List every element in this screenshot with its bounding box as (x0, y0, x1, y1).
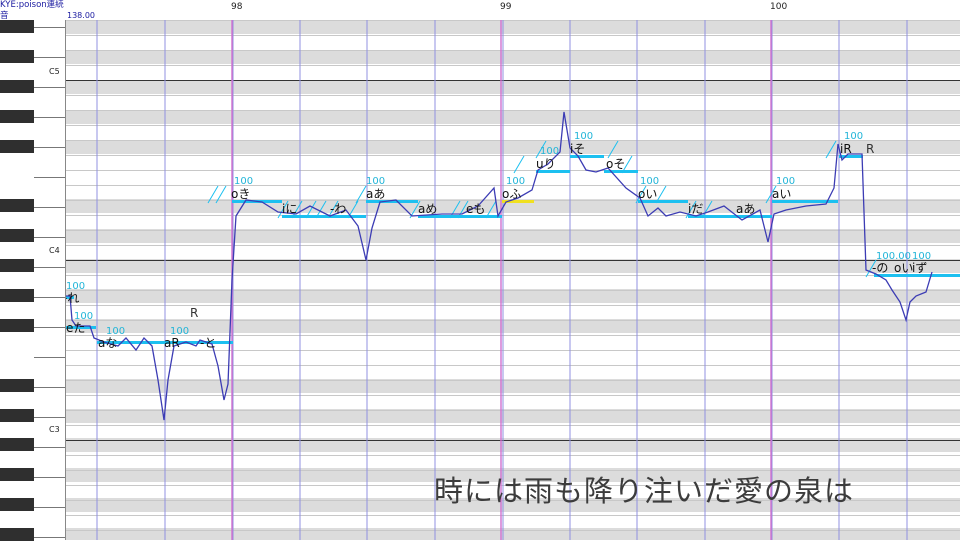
white-key-divider (34, 477, 65, 478)
note-velocity: 100 (912, 251, 932, 262)
measure-98-label: 98 (231, 2, 243, 12)
note-velocity: 100 (234, 176, 254, 187)
note-lyric[interactable]: oき (231, 188, 250, 201)
note-lyric[interactable]: aめ (418, 203, 437, 216)
octave-label-c5: C5 (49, 67, 60, 76)
note-velocity: 100 (106, 326, 126, 337)
white-key-divider (34, 267, 65, 268)
black-key-row (66, 289, 960, 303)
black-key-row (66, 110, 960, 124)
piano-roll-editor[interactable]: -れ eた aな aR -と oき iに -わ aあ aめ eも oふ uり i… (66, 20, 960, 540)
note-velocity: 100 (844, 131, 864, 142)
note-velocity: 100 (776, 176, 796, 187)
octave-label-c4: C4 (49, 246, 60, 255)
white-key-divider (34, 207, 65, 208)
black-piano-key[interactable] (0, 259, 34, 272)
note-velocity: 100 (74, 311, 94, 322)
note-lyric[interactable]: oそ (606, 158, 625, 171)
black-piano-key[interactable] (0, 199, 34, 212)
black-key-row (66, 20, 960, 34)
track-title: KYE:poison連続 音 (0, 0, 66, 22)
black-piano-key[interactable] (0, 319, 34, 332)
white-key-divider (34, 387, 65, 388)
piano-roll-canvas[interactable] (66, 20, 960, 540)
white-key-divider (34, 147, 65, 148)
black-key-row (66, 379, 960, 393)
note-velocity: 100 (170, 326, 190, 337)
note-velocity: 100 (540, 146, 560, 157)
note-lyric[interactable]: iに (282, 203, 297, 216)
black-piano-key[interactable] (0, 50, 34, 63)
note-lyric[interactable]: aあ (736, 203, 755, 216)
black-key-row (66, 50, 960, 64)
note-lyric[interactable]: iず (912, 262, 927, 275)
note-lyric[interactable]: iそ (570, 143, 585, 156)
white-key-divider (34, 417, 65, 418)
note-lyric[interactable]: eた (66, 322, 85, 335)
white-key-divider (34, 177, 65, 178)
black-key-row (66, 80, 960, 94)
note-lyric[interactable]: aい (772, 188, 791, 201)
black-piano-key[interactable] (0, 468, 34, 481)
note-lyric[interactable]: -と (200, 337, 216, 350)
black-piano-key[interactable] (0, 498, 34, 511)
black-piano-key[interactable] (0, 140, 34, 153)
rest-label: R (866, 142, 875, 156)
measure-ruler[interactable]: 98 99 100 (66, 0, 960, 20)
note-velocity: 100 (366, 176, 386, 187)
note-lyric[interactable]: aR (164, 337, 180, 350)
note-velocity: 100.00 (876, 251, 911, 262)
note-lyric[interactable]: -の (872, 262, 888, 275)
note-lyric[interactable]: oい (638, 188, 657, 201)
black-piano-key[interactable] (0, 110, 34, 123)
black-piano-key[interactable] (0, 409, 34, 422)
black-piano-key[interactable] (0, 528, 34, 541)
white-key-divider (34, 237, 65, 238)
note-lyric[interactable]: oい (894, 262, 913, 275)
white-key-divider (34, 297, 65, 298)
measure-99-label: 99 (500, 2, 512, 12)
note-lyric[interactable]: -わ (330, 203, 346, 216)
note-lyric[interactable]: oふ (502, 188, 521, 201)
black-piano-key[interactable] (0, 229, 34, 242)
white-key-divider (34, 357, 65, 358)
note-lyric[interactable]: iだ (688, 203, 703, 216)
black-piano-key[interactable] (0, 20, 34, 33)
measure-100-label: 100 (770, 2, 788, 12)
white-key-divider (34, 87, 65, 88)
note-velocity: 100 (574, 131, 594, 142)
lyric-subtitle: 時には雨も降り注いだ愛の泉は (434, 474, 855, 508)
black-piano-key[interactable] (0, 289, 34, 302)
black-key-row (66, 259, 960, 273)
note-lyric[interactable]: aな (98, 337, 117, 350)
piano-keyboard[interactable]: C5 C4 C3 (0, 20, 66, 541)
note-lyric[interactable]: eも (466, 203, 485, 216)
black-key-row (66, 140, 960, 154)
white-key-divider (34, 327, 65, 328)
white-key-divider (34, 507, 65, 508)
white-key-divider (34, 27, 65, 28)
white-key-divider (34, 537, 65, 538)
black-piano-key[interactable] (0, 438, 34, 451)
black-key-row (66, 409, 960, 423)
note-lyric[interactable]: uり (536, 158, 556, 171)
black-piano-key[interactable] (0, 379, 34, 392)
rest-label: R (190, 306, 199, 320)
note-velocity: 100 (640, 176, 660, 187)
white-key-divider (34, 57, 65, 58)
note-lyric[interactable]: -れ (66, 292, 79, 305)
tempo-label[interactable]: 138.00 (67, 11, 95, 20)
note-velocity: 100 (506, 176, 526, 187)
black-key-row (66, 528, 960, 540)
note-velocity: 100 (66, 281, 86, 292)
octave-label-c3: C3 (49, 425, 60, 434)
white-key-divider (34, 117, 65, 118)
note-lyric[interactable]: aあ (366, 188, 385, 201)
white-key-divider (34, 447, 65, 448)
black-piano-key[interactable] (0, 80, 34, 93)
black-key-row (66, 319, 960, 333)
black-key-row (66, 229, 960, 243)
note-lyric[interactable]: iR (840, 143, 852, 156)
